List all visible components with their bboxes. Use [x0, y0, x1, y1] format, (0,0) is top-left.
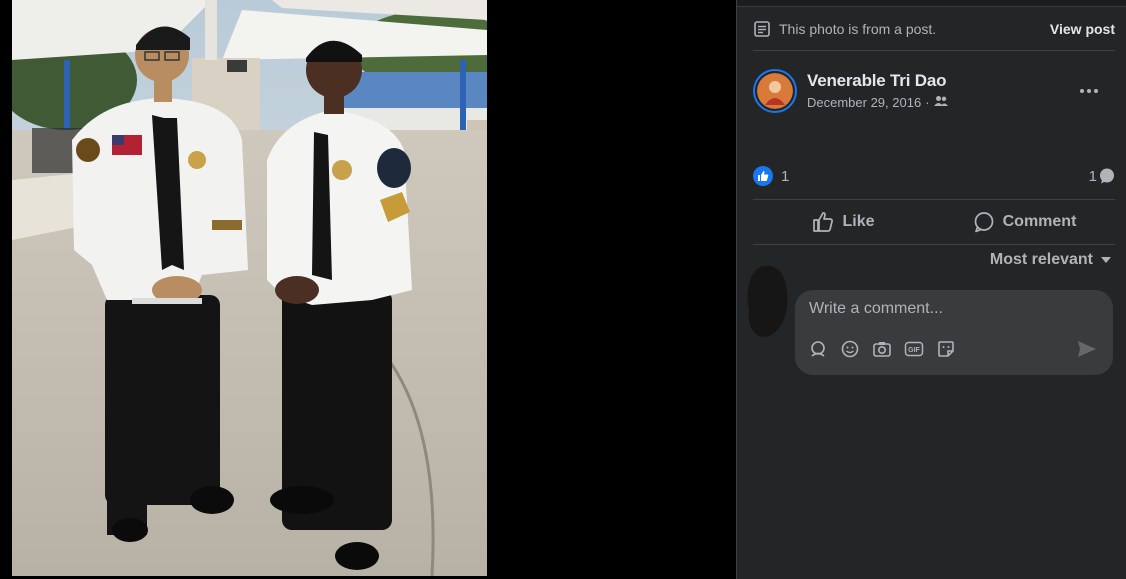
photo-viewer: [0, 0, 736, 579]
post-notice: This photo is from a post. View post: [753, 18, 1115, 40]
divider: [753, 50, 1115, 51]
author-name[interactable]: Venerable Tri Dao: [807, 71, 946, 91]
gif-icon[interactable]: GIF: [903, 338, 925, 360]
post-photo[interactable]: [12, 0, 487, 576]
comment-count: 1: [1088, 167, 1097, 185]
like-count[interactable]: 1: [781, 168, 789, 185]
post-author: Venerable Tri Dao December 29, 2016 ·: [753, 69, 1115, 117]
reaction-summary: 1 1: [753, 165, 1115, 187]
sticker-icon[interactable]: [935, 338, 957, 360]
panel-top-edge: [737, 0, 1126, 7]
comment-label: Comment: [1002, 213, 1077, 230]
thumbs-up-icon: [813, 212, 834, 232]
camera-icon[interactable]: [871, 338, 893, 360]
svg-text:GIF: GIF: [908, 347, 920, 354]
avatar[interactable]: [753, 69, 797, 113]
chevron-down-icon: [1101, 257, 1111, 263]
view-post-link[interactable]: View post: [1050, 21, 1115, 37]
comment-icon: [974, 212, 993, 233]
comment-input[interactable]: Write a comment...: [809, 300, 943, 318]
post-date[interactable]: December 29, 2016: [807, 95, 921, 110]
meta-separator: ·: [925, 95, 930, 110]
avatar-sticker-icon[interactable]: [807, 338, 829, 360]
post-actions: Like Comment: [753, 201, 1115, 243]
emoji-icon[interactable]: [839, 338, 861, 360]
commenter-avatar[interactable]: [743, 262, 795, 342]
more-options-icon[interactable]: [1075, 77, 1103, 105]
document-icon: [753, 20, 771, 38]
comment-composer[interactable]: Write a comment... GIF: [795, 290, 1113, 375]
like-button[interactable]: Like: [753, 201, 934, 243]
comment-count-group[interactable]: 1: [1089, 168, 1115, 185]
photo-image: [12, 0, 487, 576]
friends-icon[interactable]: [933, 95, 948, 110]
composer-tools: GIF: [807, 338, 957, 360]
like-label: Like: [842, 213, 875, 230]
send-icon[interactable]: [1077, 340, 1097, 363]
post-notice-text: This photo is from a post.: [779, 21, 937, 37]
comment-button[interactable]: Comment: [934, 201, 1115, 243]
divider: [753, 244, 1115, 245]
divider: [753, 199, 1115, 200]
post-details-panel: This photo is from a post. View post Ven…: [736, 0, 1126, 579]
like-reaction-icon[interactable]: [753, 166, 773, 186]
post-meta: December 29, 2016 ·: [807, 95, 948, 110]
comment-bubble-icon: [1099, 168, 1115, 184]
comment-sort-dropdown[interactable]: Most relevant: [990, 251, 1111, 269]
sort-label: Most relevant: [989, 251, 1093, 268]
